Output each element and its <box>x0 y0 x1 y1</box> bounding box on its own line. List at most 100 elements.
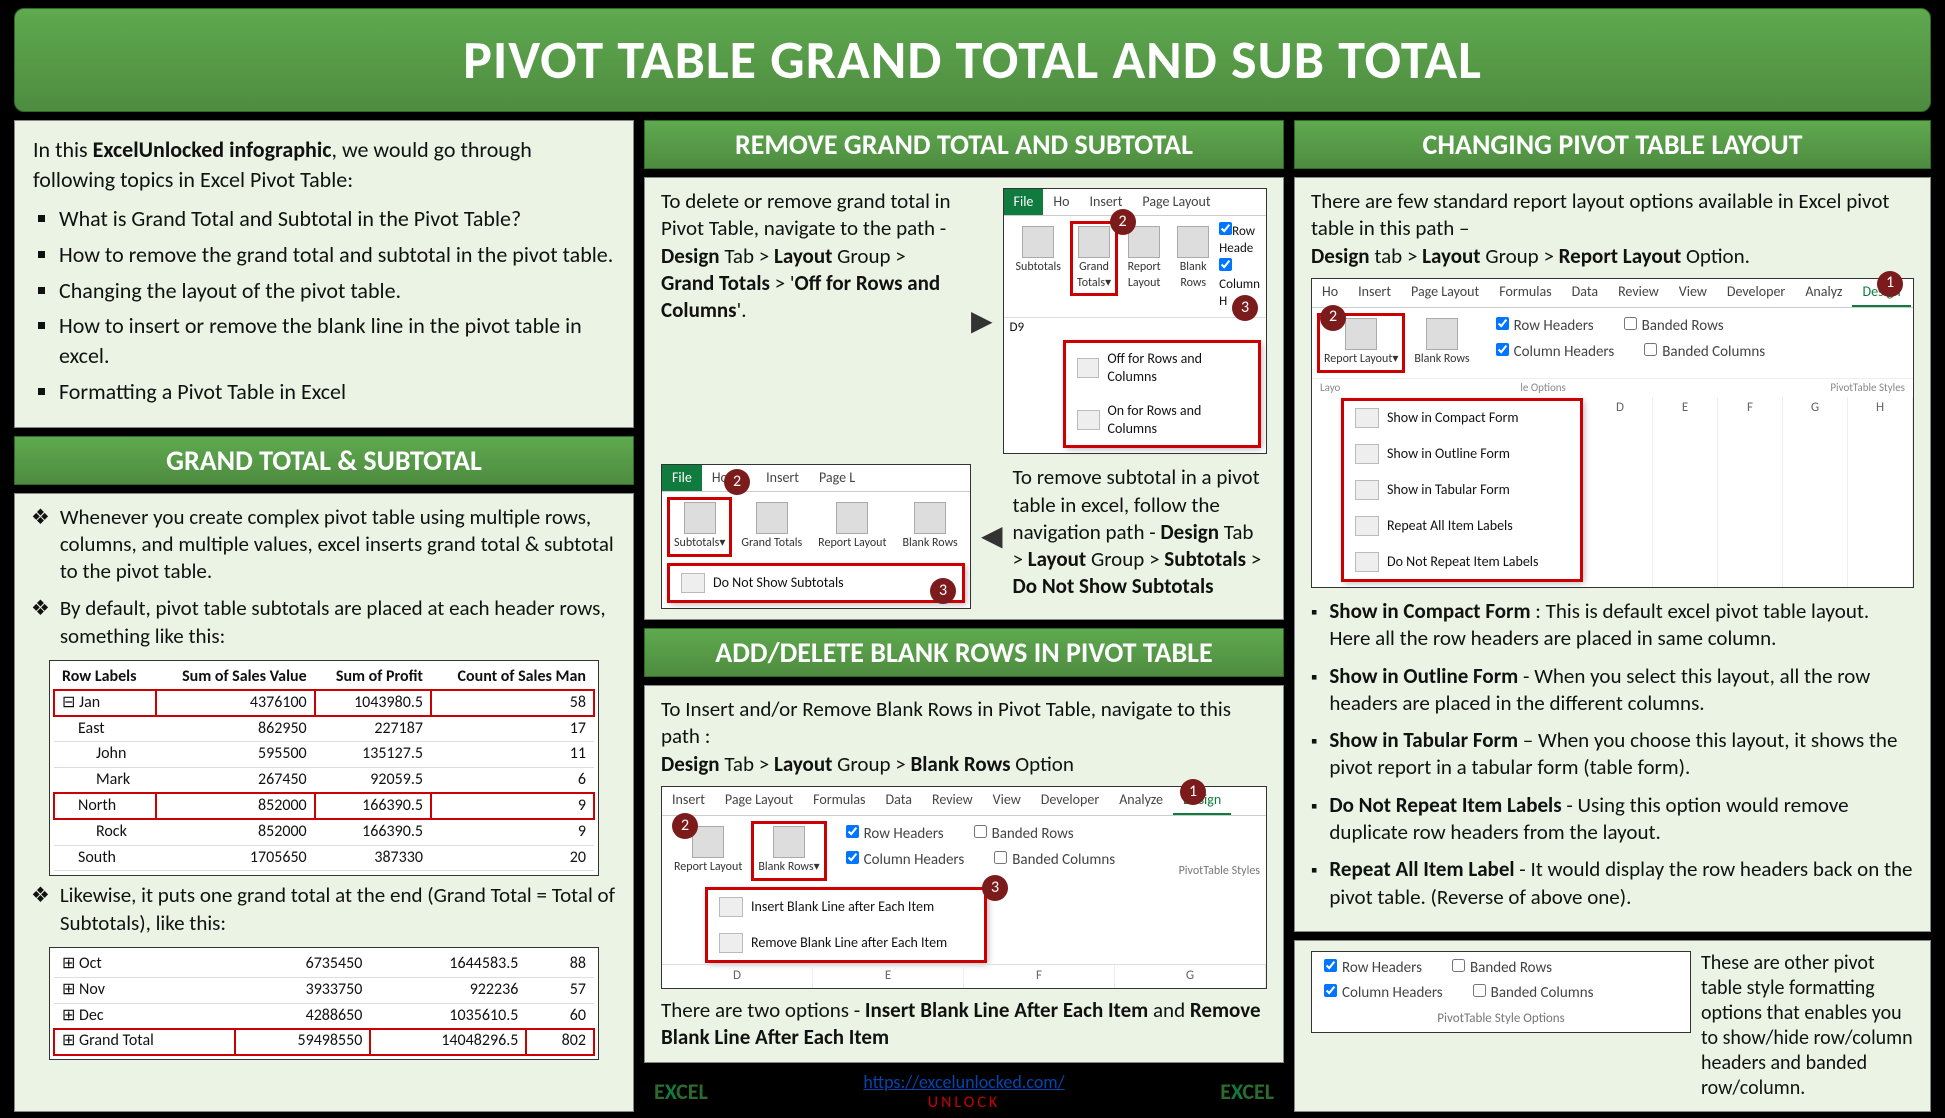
unlock-text: UNLOCK <box>928 1093 1000 1112</box>
report-layout-btn-2[interactable]: Report Layout <box>812 498 892 556</box>
logo-right: EXCEL <box>1220 1078 1274 1105</box>
tab-analyze[interactable]: Analyze <box>1109 787 1173 815</box>
do-not-show-subtotals[interactable]: Do Not Show Subtotals <box>669 565 963 601</box>
banded-cols-ck[interactable] <box>994 851 1007 864</box>
tab-data[interactable]: Data <box>876 787 922 815</box>
tab-review[interactable]: Review <box>1608 279 1669 307</box>
so-banded-c[interactable] <box>1473 984 1486 997</box>
grand-p2: By default, pivot table subtotals are pl… <box>31 595 617 650</box>
insert-tab-2[interactable]: Insert <box>756 465 809 491</box>
file-tab-2[interactable]: File <box>662 465 702 491</box>
arrow-right-icon: ▶ <box>971 303 993 339</box>
layout-p1: There are few standard report layout opt… <box>1311 188 1914 270</box>
tab-developer[interactable]: Developer <box>1717 279 1795 307</box>
remove-box: To delete or remove grand total in Pivot… <box>644 177 1284 620</box>
blank-rows-btn-2[interactable]: Blank Rows <box>897 498 964 556</box>
intro-lead: In this ExcelUnlocked infographic, we wo… <box>33 135 615 194</box>
badge-3c: 3 <box>982 875 1008 901</box>
subtotals-ribbon: 2 3 File Home Insert Page L Subtotals▾ G… <box>661 464 971 609</box>
tab-insert[interactable]: Insert <box>662 787 715 815</box>
url-link[interactable]: https://excelunlocked.com/ <box>863 1071 1064 1093</box>
col-headers-check[interactable] <box>1219 258 1232 271</box>
badge-3: 3 <box>1232 295 1258 321</box>
tab-insert[interactable]: Insert <box>1348 279 1401 307</box>
tab-page layout[interactable]: Page Layout <box>1401 279 1489 307</box>
grand-totals-btn-2[interactable]: Grand Totals <box>735 498 808 556</box>
off-rows-cols[interactable]: Off for Rows and Columns <box>1065 342 1259 394</box>
blank-rows-ribbon: 2 1 3 InsertPage LayoutFormulasDataRevie… <box>661 786 1267 989</box>
badge-2d: 2 <box>1320 305 1346 331</box>
subtotals-btn-2[interactable]: Subtotals▾ <box>668 498 731 556</box>
grand-title: GRAND TOTAL & SUBTOTAL <box>14 436 634 485</box>
banded-rows-ck[interactable] <box>974 825 987 838</box>
grand-totals-btn[interactable]: Grand Totals▾ <box>1071 222 1117 295</box>
so-row-h[interactable] <box>1324 959 1337 972</box>
footer: EXCEL https://excelunlocked.com/ UNLOCK … <box>644 1071 1284 1112</box>
blank-title: ADD/DELETE BLANK ROWS IN PIVOT TABLE <box>644 628 1284 677</box>
row-headers-check[interactable] <box>1219 222 1232 235</box>
cell-ref: D9 <box>1004 317 1266 339</box>
layout-title: CHANGING PIVOT TABLE LAYOUT <box>1294 120 1931 169</box>
tab-formulas[interactable]: Formulas <box>1489 279 1561 307</box>
tab-view[interactable]: View <box>983 787 1031 815</box>
grand-p1: Whenever you create complex pivot table … <box>31 504 617 586</box>
badge-2c: 2 <box>672 813 698 839</box>
on-rows-cols[interactable]: On for Rows and Columns <box>1065 394 1259 446</box>
intro-item: How to insert or remove the blank line i… <box>59 311 615 370</box>
row-headers-ck[interactable] <box>846 825 859 838</box>
pivot-styles-label: PivotTable Styles <box>1127 864 1260 880</box>
style-opts-box: Row HeadersBanded Rows Column HeadersBan… <box>1294 940 1931 1112</box>
style-opts-panel: Row HeadersBanded Rows Column HeadersBan… <box>1311 951 1691 1033</box>
tab-page layout[interactable]: Page Layout <box>715 787 803 815</box>
badge-1c: 1 <box>1180 779 1206 805</box>
grand-totals-ribbon: 2 3 File Ho Insert Page Layout Subtotals… <box>1003 188 1267 454</box>
styles-lbl: PivotTable Styles <box>1830 381 1905 395</box>
intro-item: How to remove the grand total and subtot… <box>59 240 615 270</box>
subtotals-btn[interactable]: Subtotals <box>1010 222 1067 280</box>
report-layout-ribbon: 1 2 HoInsertPage LayoutFormulasDataRevie… <box>1311 278 1914 588</box>
layout-bullet: Show in Compact Form : This is default e… <box>1311 598 1914 653</box>
blank-rows-btn[interactable]: Blank Rows <box>1171 222 1215 295</box>
opts-lbl: le Options <box>1520 381 1566 395</box>
layout-bullet: Do Not Repeat Item Labels - Using this o… <box>1311 792 1914 847</box>
so-label: PivotTable Style Options <box>1316 1011 1686 1028</box>
layout-opt[interactable]: Show in Tabular Form <box>1343 472 1581 508</box>
tab-review[interactable]: Review <box>922 787 983 815</box>
badge-2: 2 <box>1110 209 1136 235</box>
tab-view[interactable]: View <box>1669 279 1717 307</box>
so-banded-r[interactable] <box>1452 959 1465 972</box>
layout-opt[interactable]: Repeat All Item Labels <box>1343 508 1581 544</box>
remove-blank-line[interactable]: Remove Blank Line after Each Item <box>707 925 985 961</box>
row-h-ck[interactable] <box>1496 317 1509 330</box>
so-col-h[interactable] <box>1324 984 1337 997</box>
pagelayout-tab[interactable]: Page Layout <box>1132 189 1220 215</box>
layout-opt[interactable]: Show in Compact Form <box>1343 400 1581 436</box>
layout-opt[interactable]: Show in Outline Form <box>1343 436 1581 472</box>
blank-rows-btn-3[interactable]: Blank Rows▾ <box>752 822 825 880</box>
blank-rows-btn-4[interactable]: Blank Rows <box>1408 314 1475 372</box>
col-headers-ck[interactable] <box>846 851 859 864</box>
layout-opt[interactable]: Do Not Repeat Item Labels <box>1343 544 1581 580</box>
blank-p2: There are two options - Insert Blank Lin… <box>661 997 1267 1052</box>
page-title: PIVOT TABLE GRAND TOTAL AND SUB TOTAL <box>33 27 1912 93</box>
file-tab[interactable]: File <box>1004 189 1044 215</box>
intro-item: Changing the layout of the pivot table. <box>59 276 615 306</box>
tab-developer[interactable]: Developer <box>1031 787 1109 815</box>
insert-blank-line[interactable]: Insert Blank Line after Each Item <box>707 889 985 925</box>
tab-analyz[interactable]: Analyz <box>1795 279 1852 307</box>
page-title-bar: PIVOT TABLE GRAND TOTAL AND SUB TOTAL <box>14 8 1931 112</box>
remove-title: REMOVE GRAND TOTAL AND SUBTOTAL <box>644 120 1284 169</box>
footer-url: https://excelunlocked.com/ UNLOCK <box>863 1071 1064 1112</box>
pagel-tab-2[interactable]: Page L <box>809 465 865 491</box>
home-tab[interactable]: Ho <box>1043 189 1079 215</box>
tab-formulas[interactable]: Formulas <box>803 787 875 815</box>
logo-left: EXCEL <box>654 1078 708 1105</box>
tab-data[interactable]: Data <box>1562 279 1608 307</box>
badge-3b: 3 <box>930 578 956 604</box>
col-h-ck[interactable] <box>1496 343 1509 356</box>
tab-ho[interactable]: Ho <box>1312 279 1348 307</box>
intro-box: In this ExcelUnlocked infographic, we wo… <box>14 120 634 428</box>
banded-r-ck[interactable] <box>1624 317 1637 330</box>
grand-box: Whenever you create complex pivot table … <box>14 493 634 1112</box>
banded-c-ck[interactable] <box>1644 343 1657 356</box>
